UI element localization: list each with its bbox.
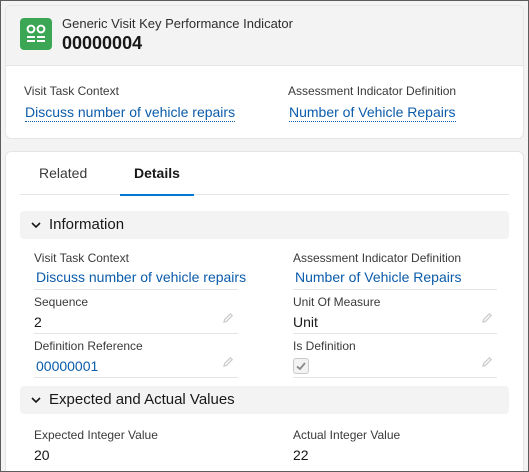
field-divider xyxy=(34,289,238,290)
highlight-link-assessment-indicator[interactable]: Number of Vehicle Repairs xyxy=(289,104,456,122)
field-value-actual-integer: 22 xyxy=(293,447,309,463)
field-label-definition-reference: Definition Reference xyxy=(34,339,143,353)
section-title-information: Information xyxy=(49,216,125,233)
tab-related[interactable]: Related xyxy=(25,152,101,195)
highlight-label-assessment-indicator: Assessment Indicator Definition xyxy=(288,84,457,98)
chevron-down-icon xyxy=(31,397,41,404)
edit-pencil-icon[interactable] xyxy=(481,312,493,324)
field-divider xyxy=(293,377,497,378)
edit-pencil-icon[interactable] xyxy=(222,356,234,368)
field-label-is-definition: Is Definition xyxy=(293,339,356,353)
edit-pencil-icon[interactable] xyxy=(222,312,234,324)
section-title-expected-actual: Expected and Actual Values xyxy=(49,391,235,408)
record-name: 00000004 xyxy=(62,33,143,53)
field-label-assessment-indicator: Assessment Indicator Definition xyxy=(293,251,462,265)
field-link-assessment-indicator[interactable]: Number of Vehicle Repairs xyxy=(295,269,462,285)
field-label-expected-integer: Expected Integer Value xyxy=(34,428,158,442)
field-divider xyxy=(293,333,497,334)
field-label-visit-task-context: Visit Task Context xyxy=(34,251,129,265)
checkmark-icon xyxy=(296,362,306,371)
field-label-unit-of-measure: Unit Of Measure xyxy=(293,295,381,309)
section-header-information[interactable]: Information xyxy=(20,211,509,239)
is-definition-checkbox xyxy=(293,358,309,374)
field-link-visit-task-context[interactable]: Discuss number of vehicle repairs xyxy=(36,269,246,285)
tab-bar: Related Details xyxy=(20,152,509,196)
field-value-sequence: 2 xyxy=(34,314,42,330)
field-link-definition-reference[interactable]: 00000001 xyxy=(36,358,98,374)
chevron-down-icon xyxy=(31,222,41,229)
field-label-sequence: Sequence xyxy=(34,295,89,309)
field-label-actual-integer: Actual Integer Value xyxy=(293,428,401,442)
record-header-top: Generic Visit Key Performance Indicator … xyxy=(6,6,523,66)
highlight-link-visit-task-context[interactable]: Discuss number of vehicle repairs xyxy=(25,104,236,122)
field-divider xyxy=(34,333,238,334)
object-type-label: Generic Visit Key Performance Indicator xyxy=(62,16,293,31)
field-value-unit-of-measure: Unit xyxy=(293,314,318,330)
tab-details[interactable]: Details xyxy=(120,152,194,196)
field-value-expected-integer: 20 xyxy=(34,447,50,463)
field-divider xyxy=(293,289,497,290)
record-header: Generic Visit Key Performance Indicator … xyxy=(5,5,524,139)
field-divider xyxy=(34,377,238,378)
kpi-record-icon xyxy=(20,18,52,50)
section-header-expected-actual[interactable]: Expected and Actual Values xyxy=(20,386,509,414)
highlight-label-visit-task-context: Visit Task Context xyxy=(24,84,119,98)
details-card: Related Details Information Visit Task C… xyxy=(5,151,524,472)
edit-pencil-icon[interactable] xyxy=(481,356,493,368)
